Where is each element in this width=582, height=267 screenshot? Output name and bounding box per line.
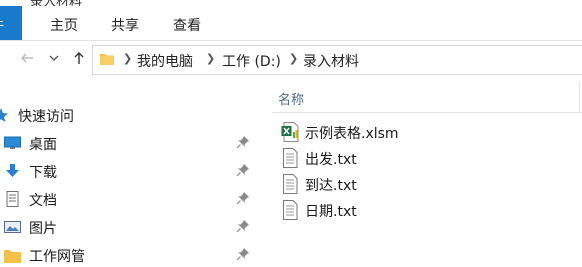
star-icon	[0, 107, 11, 123]
tab-share[interactable]: 共享	[111, 15, 139, 35]
recent-locations-chevron-icon[interactable]	[45, 50, 63, 70]
nav-item-desktop[interactable]: 桌面	[0, 131, 260, 155]
breadcrumb-current-folder[interactable]: 录入材料	[303, 51, 359, 71]
tab-home[interactable]: 主页	[50, 15, 78, 35]
file-row-excel[interactable]: 示例表格.xlsm	[278, 120, 578, 144]
download-icon	[4, 163, 21, 179]
nav-item-pictures[interactable]: 图片	[0, 215, 260, 239]
chevron-right-icon[interactable]: ❯	[289, 52, 298, 65]
tab-view[interactable]: 查看	[173, 15, 201, 35]
column-divider[interactable]	[579, 82, 580, 112]
file-name: 出发.txt	[305, 152, 357, 168]
text-file-icon	[281, 174, 299, 194]
up-arrow-icon[interactable]	[70, 50, 88, 70]
text-file-icon	[281, 148, 299, 168]
tab-file-label: 件	[0, 15, 4, 35]
nav-item-label: 工作网管	[29, 249, 85, 265]
desktop-icon	[4, 135, 21, 151]
text-file-icon	[281, 200, 299, 220]
nav-quick-access-label: 快速访问	[18, 109, 74, 125]
folder-icon	[4, 247, 21, 263]
chevron-right-icon[interactable]: ❯	[123, 52, 132, 65]
pin-icon[interactable]	[236, 219, 250, 233]
tab-file[interactable]: 件	[0, 6, 22, 40]
pin-icon[interactable]	[236, 135, 250, 149]
nav-item-work-folder[interactable]: 工作网管	[0, 243, 260, 267]
column-header-name[interactable]: 名称	[278, 89, 304, 108]
pin-icon[interactable]	[236, 163, 250, 177]
file-row-text[interactable]: 到达.txt	[278, 172, 578, 196]
file-name: 日期.txt	[305, 204, 357, 220]
breadcrumb-my-computer[interactable]: 我的电脑	[137, 51, 193, 71]
pin-icon[interactable]	[236, 247, 250, 261]
nav-item-label: 图片	[29, 221, 57, 237]
nav-quick-access[interactable]: 快速访问	[0, 103, 260, 127]
header-separator	[272, 112, 582, 113]
ribbon	[0, 6, 582, 41]
documents-icon	[4, 191, 21, 207]
nav-item-downloads[interactable]: 下载	[0, 159, 260, 183]
file-name: 示例表格.xlsm	[305, 126, 399, 142]
folder-icon	[100, 52, 114, 65]
back-arrow-icon[interactable]	[18, 50, 36, 70]
chevron-right-icon[interactable]: ❯	[206, 52, 215, 65]
navigation-pane: 快速访问 桌面 下载 文档 图片 工作网管	[0, 95, 262, 265]
file-row-text[interactable]: 出发.txt	[278, 146, 578, 170]
nav-item-label: 桌面	[29, 137, 57, 153]
file-row-text[interactable]: 日期.txt	[278, 198, 578, 222]
nav-item-documents[interactable]: 文档	[0, 187, 260, 211]
nav-item-label: 下载	[29, 165, 57, 181]
excel-file-icon	[281, 122, 299, 142]
file-name: 到达.txt	[305, 178, 357, 194]
breadcrumb-drive-d[interactable]: 工作 (D:)	[222, 51, 281, 71]
pin-icon[interactable]	[236, 191, 250, 205]
nav-item-label: 文档	[29, 193, 57, 209]
pictures-icon	[4, 219, 21, 235]
